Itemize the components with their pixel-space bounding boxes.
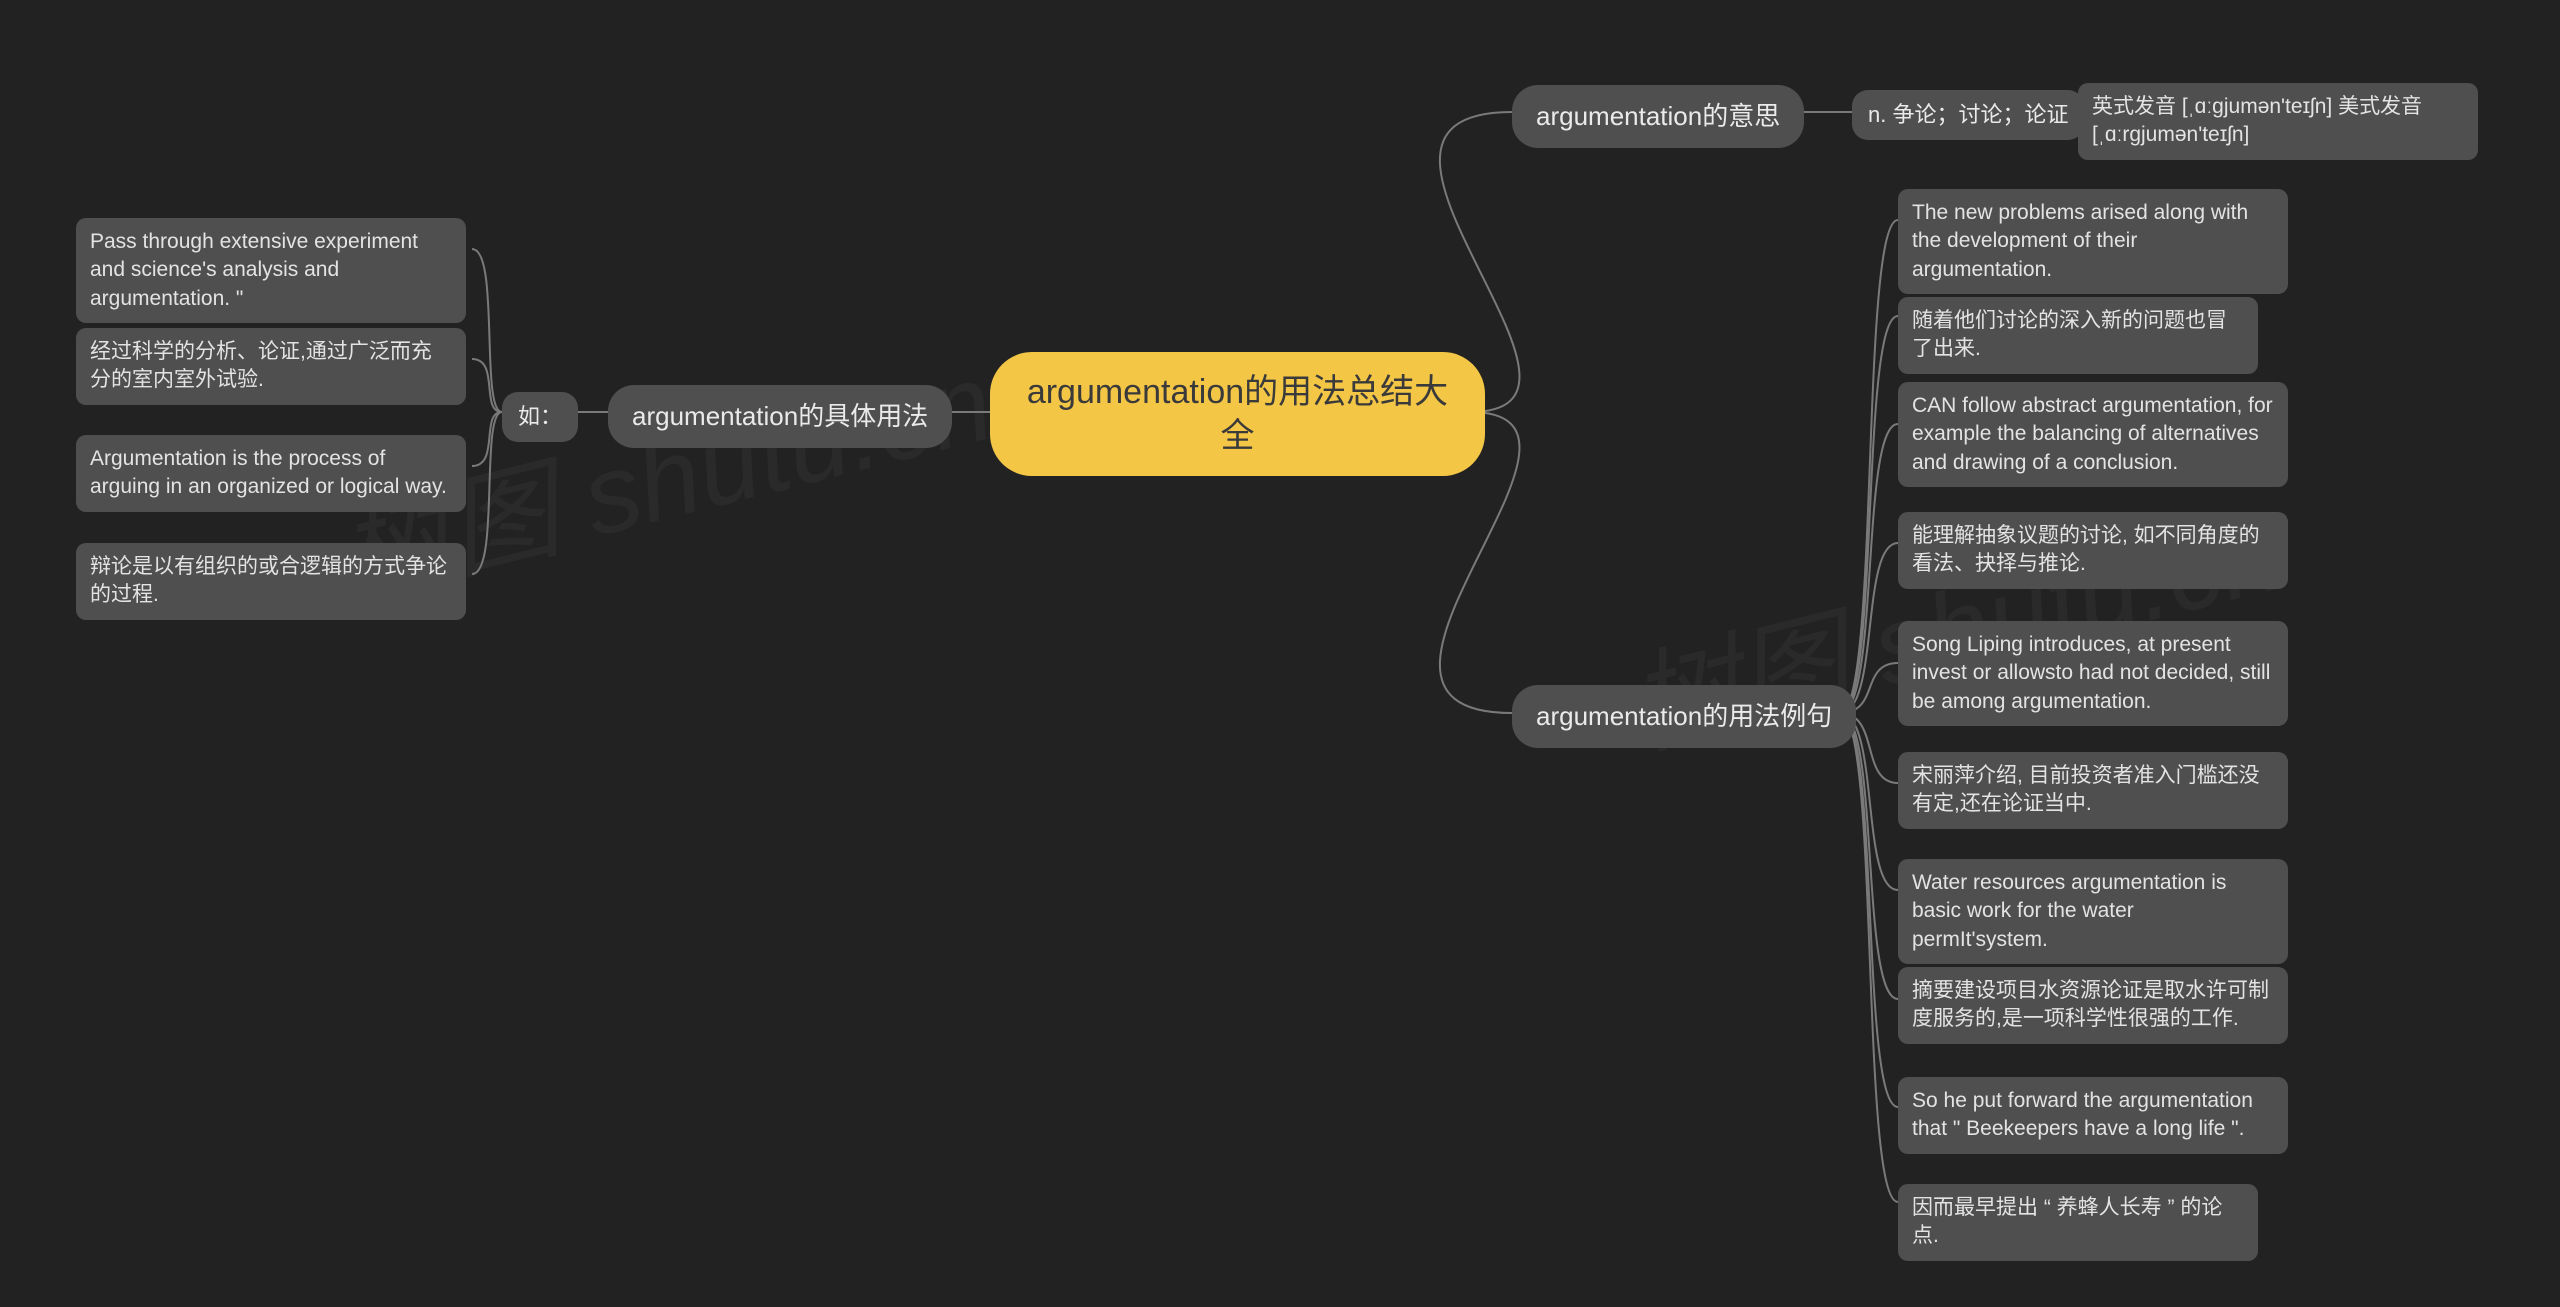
example-item: Water resources argumentation is basic w… xyxy=(1898,859,2288,964)
usage-item: Pass through extensive experiment and sc… xyxy=(76,218,466,323)
example-item: 能理解抽象议题的讨论, 如不同角度的看法、抉择与推论. xyxy=(1898,512,2288,589)
usage-item: 经过科学的分析、论证,通过广泛而充分的室内室外试验. xyxy=(76,328,466,405)
usage-item: Argumentation is the process of arguing … xyxy=(76,435,466,512)
root-node[interactable]: argumentation的用法总结大全 xyxy=(990,352,1485,476)
example-item: The new problems arised along with the d… xyxy=(1898,189,2288,294)
branch-examples[interactable]: argumentation的用法例句 xyxy=(1512,685,1856,748)
example-item: 摘要建设项目水资源论证是取水许可制度服务的,是一项科学性很强的工作. xyxy=(1898,967,2288,1044)
branch-meaning[interactable]: argumentation的意思 xyxy=(1512,85,1804,148)
example-item: So he put forward the argumentation that… xyxy=(1898,1077,2288,1154)
usage-sub: 如： xyxy=(502,392,578,442)
example-item: CAN follow abstract argumentation, for e… xyxy=(1898,382,2288,487)
example-item: 随着他们讨论的深入新的问题也冒了出来. xyxy=(1898,297,2258,374)
example-item: 宋丽萍介绍, 目前投资者准入门槛还没有定,还在论证当中. xyxy=(1898,752,2288,829)
branch-usage[interactable]: argumentation的具体用法 xyxy=(608,385,952,448)
example-item: 因而最早提出 “ 养蜂人长寿 ” 的论点. xyxy=(1898,1184,2258,1261)
leaf-def: n. 争论；讨论；论证 xyxy=(1852,90,2084,140)
leaf-pron: 英式发音 [ˌɑːɡjumən'teɪʃn] 美式发音 [ˌɑːrɡjumən'… xyxy=(2078,83,2478,160)
usage-item: 辩论是以有组织的或合逻辑的方式争论的过程. xyxy=(76,543,466,620)
example-item: Song Liping introduces, at present inves… xyxy=(1898,621,2288,726)
